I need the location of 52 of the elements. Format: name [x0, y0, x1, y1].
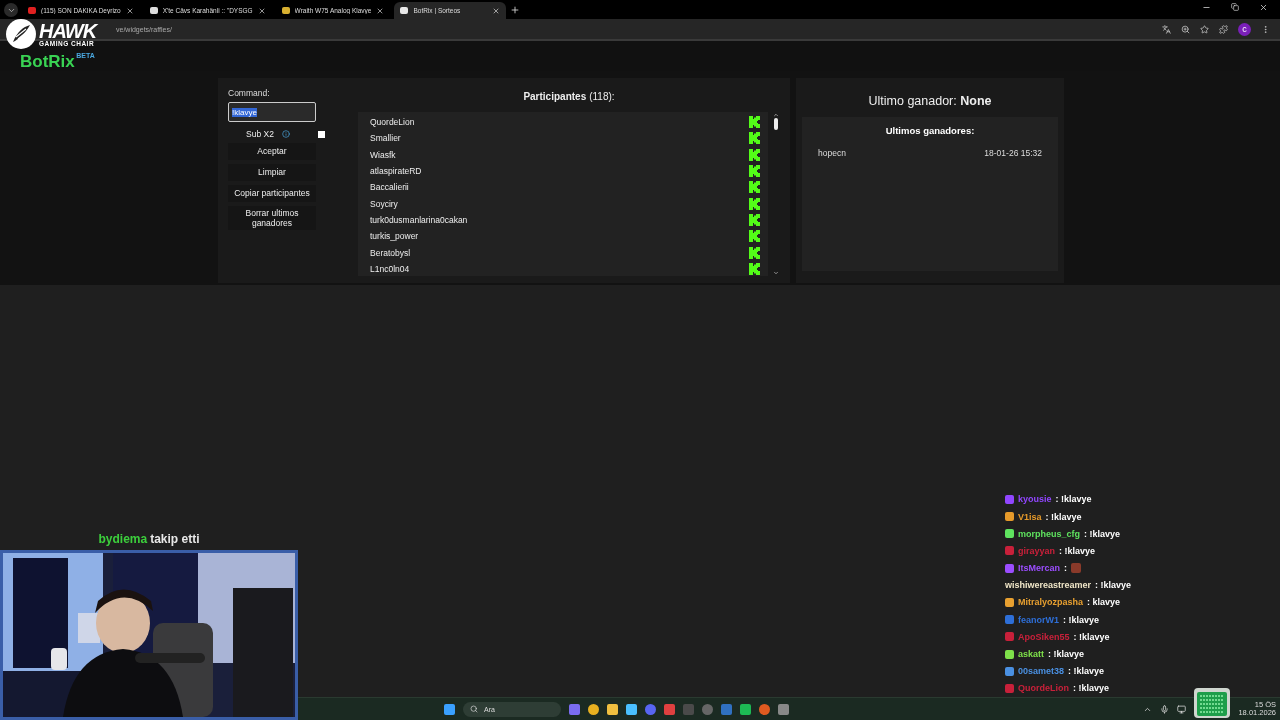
- chat-username: askatt: [1018, 649, 1044, 660]
- profile-avatar[interactable]: c: [1238, 22, 1251, 36]
- follower-name: bydiema: [98, 532, 148, 546]
- participant-name: turk0dusmanlarina0cakan: [370, 214, 468, 225]
- chat-message: :: [1064, 563, 1068, 574]
- chat-message: : !klavye: [1073, 631, 1110, 642]
- recent-winners-title: Ultimos ganadores:: [885, 125, 975, 136]
- chat-username: ApoSiken55: [1018, 631, 1070, 642]
- chat-username: V1isa: [1018, 511, 1042, 522]
- participant-name: L1nc0ln04: [370, 263, 410, 274]
- chat-username: 00samet38: [1018, 666, 1065, 677]
- participant-name: Beratobysl: [370, 247, 411, 258]
- overlay-brand: HAWK: [39, 20, 97, 41]
- chat-username: morpheus_cfg: [1018, 528, 1080, 539]
- option-label: Sub X2: [246, 129, 274, 139]
- chat-message: : !klavye: [1045, 511, 1082, 522]
- action-button[interactable]: Limpiar: [228, 164, 316, 181]
- last-winner: Ultimo ganador: None: [868, 94, 992, 108]
- chat-username: wishiwereastreamer: [1005, 580, 1092, 591]
- chat-message: : !klavye: [1055, 494, 1092, 505]
- action-button[interactable]: Aceptar: [228, 143, 316, 160]
- command-label: Command:: [228, 88, 271, 98]
- chat-message: : !klavye: [1084, 528, 1121, 539]
- chat-username: girayyan: [1018, 545, 1056, 556]
- command-field[interactable]: !klavye: [228, 102, 316, 122]
- chat-message: : !klavye: [1063, 614, 1100, 625]
- chat-username: feanorW1: [1018, 614, 1059, 625]
- follow-text: takip etti: [150, 532, 200, 546]
- participant-name: Soyciry: [370, 198, 398, 209]
- participant-name: Baccalierii: [370, 182, 409, 193]
- participant-name: Wiasfk: [370, 149, 396, 160]
- action-button[interactable]: Copiar participantes: [228, 185, 316, 202]
- participant-name: atlaspirateRD: [370, 166, 422, 177]
- chat-username: kyousie: [1018, 494, 1052, 505]
- participant-name: QuordeLion: [370, 117, 415, 128]
- chat-message: : !klavye: [1073, 683, 1110, 694]
- participants-count: (118):: [589, 91, 615, 102]
- winner-name: hopecn: [818, 148, 846, 158]
- chat-username: ItsMercan: [1018, 563, 1061, 574]
- action-button[interactable]: Borrar ultimos ganadores: [228, 206, 316, 231]
- chat-message: : !klavye: [1048, 649, 1085, 660]
- chat-message: : !klavye: [1095, 580, 1132, 591]
- chat-username: QuordeLion: [1018, 683, 1069, 694]
- participant-name: Smallier: [370, 133, 401, 144]
- chat-message: : !klavye: [1059, 545, 1096, 556]
- participant-name: turkis_power: [370, 231, 419, 242]
- participants-title: Participantes: [523, 91, 587, 102]
- site-logo[interactable]: BotRix: [20, 53, 75, 71]
- chat-message: : klavye: [1087, 597, 1121, 608]
- chat-message: : !klavye: [1068, 666, 1105, 677]
- winner-date: 18-01-26 15:32: [984, 148, 1042, 158]
- chat-username: Mitralyozpasha: [1018, 597, 1084, 608]
